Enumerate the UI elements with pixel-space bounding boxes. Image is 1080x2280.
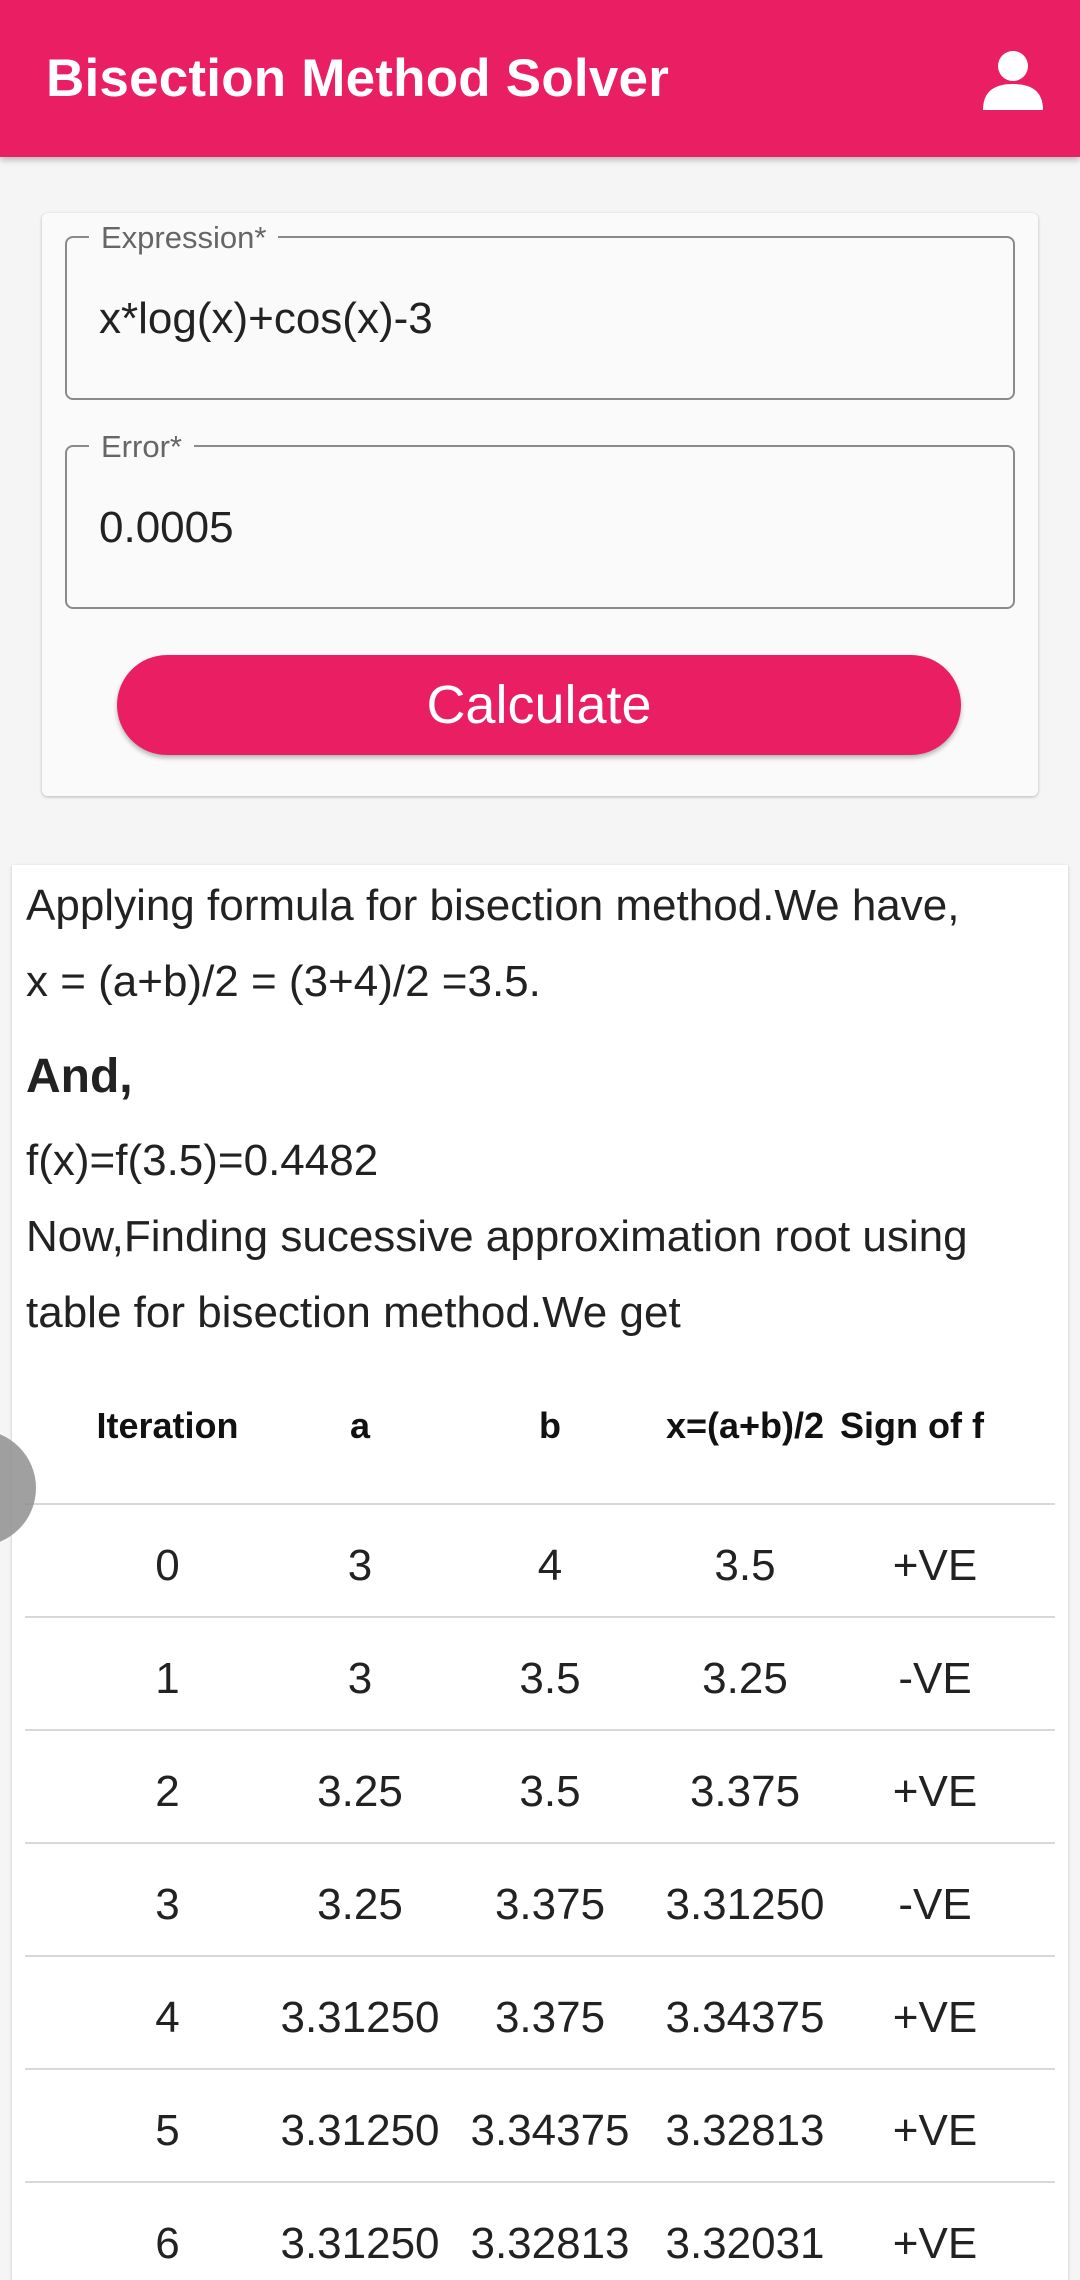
table-body: 0 3 4 3.5 +VE 1 3 3.5 3.25 -VE 2 3.25 3.5 3.375 +VE 3 3.… bbox=[25, 1505, 1055, 2280]
bisection-table: Iteration a b x=(a+b)/2 Sign of f 0 3 4 3.5… bbox=[25, 1355, 1055, 2280]
error-input[interactable] bbox=[99, 503, 979, 553]
result-text-line: x = (a+b)/2 = (3+4)/2 =3.5. bbox=[26, 957, 541, 1006]
expression-input[interactable] bbox=[99, 294, 979, 344]
error-field[interactable]: Error* bbox=[65, 429, 1015, 609]
input-form-card: Expression* Error* Calculate bbox=[42, 213, 1038, 796]
error-label: Error* bbox=[89, 429, 194, 465]
table-header-cell: x=(a+b)/2 bbox=[665, 1405, 825, 1446]
table-header: Iteration a b x=(a+b)/2 Sign of f bbox=[25, 1355, 1055, 1505]
result-text-line: table for bisection method.We get bbox=[26, 1288, 681, 1337]
table-cell: +VE bbox=[892, 1993, 978, 2042]
result-text-line: Applying formula for bisection method.We… bbox=[26, 881, 960, 930]
expression-label: Expression* bbox=[89, 220, 279, 256]
result-card: Applying formula for bisection method.We… bbox=[12, 865, 1068, 2280]
account-icon[interactable] bbox=[982, 50, 1044, 110]
expression-field[interactable]: Expression* bbox=[65, 220, 1015, 400]
table-row: 3 3.25 3.375 3.31250 -VE bbox=[25, 1844, 1055, 1957]
table-cell: -VE bbox=[898, 1654, 972, 1703]
calculate-button[interactable]: Calculate bbox=[117, 655, 961, 755]
table-cell: -VE bbox=[898, 1880, 972, 1929]
result-text-line: f(x)=f(3.5)=0.4482 bbox=[26, 1136, 379, 1185]
table-cell: +VE bbox=[892, 1541, 978, 1590]
table-row: 0 3 4 3.5 +VE bbox=[25, 1505, 1055, 1618]
table-row: 4 3.31250 3.375 3.34375 +VE bbox=[25, 1957, 1055, 2070]
table-cell: +VE bbox=[892, 1767, 978, 1816]
table-cell: +VE bbox=[892, 2219, 978, 2268]
app-bar: Bisection Method Solver bbox=[0, 0, 1080, 157]
table-row: 1 3 3.5 3.25 -VE bbox=[25, 1618, 1055, 1731]
table-header-cell: Sign of f bbox=[840, 1405, 984, 1446]
table-row: 5 3.31250 3.34375 3.32813 +VE bbox=[25, 2070, 1055, 2183]
app-title: Bisection Method Solver bbox=[46, 49, 670, 108]
result-text-line: Now,Finding sucessive approximation root… bbox=[26, 1212, 968, 1261]
table-row: 6 3.31250 3.32813 3.32031 +VE bbox=[25, 2183, 1055, 2280]
and-heading: And, bbox=[26, 1050, 133, 1103]
table-cell: +VE bbox=[892, 2106, 978, 2155]
table-row: 2 3.25 3.5 3.375 +VE bbox=[25, 1731, 1055, 1844]
